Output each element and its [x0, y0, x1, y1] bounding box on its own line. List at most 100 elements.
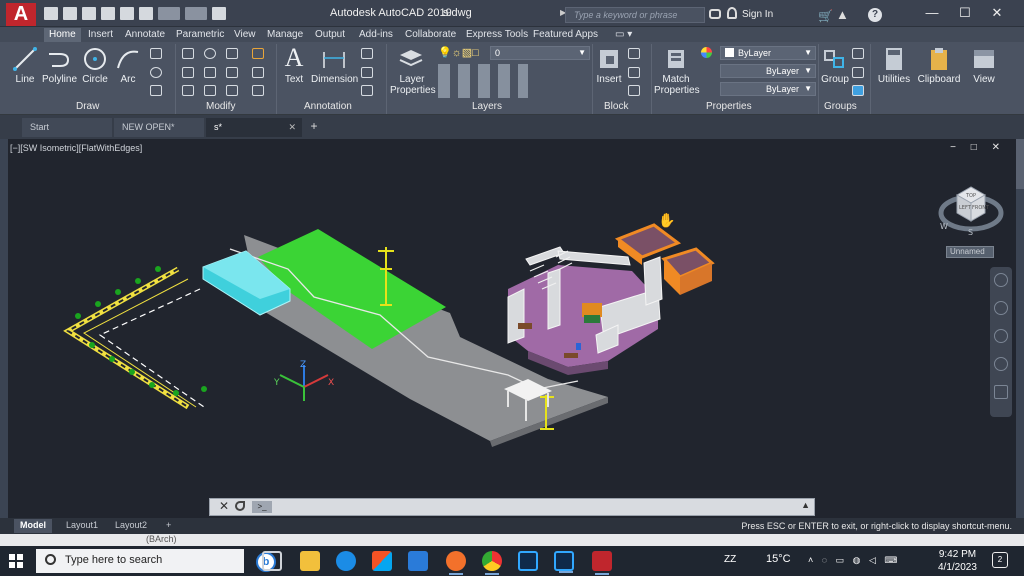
move-icon[interactable]: [182, 48, 194, 59]
view-panel-button[interactable]: View: [968, 46, 1000, 85]
tab-express-tools[interactable]: Express Tools: [461, 28, 533, 42]
linetype-dropdown[interactable]: ByLayer ▼: [720, 64, 816, 78]
groups-panel-title[interactable]: Groups: [824, 101, 857, 112]
weather-temperature[interactable]: 15°C: [766, 553, 791, 565]
task-view-icon[interactable]: [262, 551, 282, 571]
tab-insert[interactable]: Insert: [83, 28, 118, 42]
notification-icon[interactable]: 2: [992, 552, 1008, 568]
pan-icon[interactable]: [994, 301, 1008, 315]
orbit-icon[interactable]: [994, 357, 1008, 371]
edge-browser-icon[interactable]: [336, 551, 356, 571]
tab-model[interactable]: Model: [14, 519, 52, 533]
store-icon[interactable]: [372, 551, 392, 571]
chevron-up-icon[interactable]: ▲: [801, 500, 810, 510]
redo-icon[interactable]: [185, 7, 207, 20]
rectangle-icon[interactable]: [150, 48, 162, 59]
array-icon[interactable]: [226, 85, 238, 96]
clipboard-button[interactable]: Clipboard: [916, 46, 962, 85]
application-menu-button[interactable]: A: [6, 3, 36, 26]
ungroup-icon[interactable]: [852, 48, 864, 59]
offset-icon[interactable]: [252, 85, 264, 96]
lineweight-dropdown[interactable]: ByLayer ▼: [720, 82, 816, 96]
system-tray-icons[interactable]: ˄ ◌ ▭ ◍ ◁ ⌨: [808, 555, 900, 566]
cart-icon[interactable]: 🛒: [818, 9, 833, 23]
arc-button[interactable]: Arc: [114, 46, 142, 85]
save-as-icon[interactable]: [101, 7, 115, 20]
insert-block-button[interactable]: Insert: [594, 46, 624, 85]
zoom-icon[interactable]: [994, 329, 1008, 343]
tab-parametric[interactable]: Parametric: [171, 28, 229, 42]
tab-layout1[interactable]: Layout1: [60, 519, 104, 533]
polyline-button[interactable]: Polyline: [42, 46, 77, 85]
file-explorer-icon[interactable]: [300, 551, 320, 571]
tab-manage[interactable]: Manage: [262, 28, 308, 42]
copy-icon[interactable]: [182, 67, 194, 78]
maximize-button[interactable]: ☐: [950, 4, 980, 22]
autocad-taskbar-icon[interactable]: [592, 551, 612, 575]
vertical-scrollbar[interactable]: [1016, 139, 1024, 189]
layer-dropdown[interactable]: 0 ▼: [490, 46, 590, 60]
file-tab-s[interactable]: s* ✕: [206, 118, 302, 137]
user-icon[interactable]: [727, 7, 737, 19]
showmotion-icon[interactable]: [994, 385, 1008, 399]
table-icon[interactable]: [150, 85, 162, 96]
add-layout-icon[interactable]: +: [160, 519, 177, 533]
web-mobile-icon[interactable]: [120, 7, 134, 20]
group-select-icon[interactable]: [852, 85, 864, 96]
tab-layout2[interactable]: Layout2: [109, 519, 153, 533]
multileader-icon[interactable]: [361, 67, 373, 78]
open-file-icon[interactable]: [63, 7, 77, 20]
mirror-icon[interactable]: [204, 67, 216, 78]
autodesk-a360-icon[interactable]: ▲: [836, 7, 849, 22]
rotate-icon[interactable]: [204, 48, 216, 59]
tray-zz-label[interactable]: ZZ: [724, 554, 736, 565]
save-icon[interactable]: [82, 7, 96, 20]
tab-home[interactable]: Home: [44, 28, 81, 42]
tab-featured-apps[interactable]: Featured Apps: [528, 28, 603, 42]
minimize-button[interactable]: —: [917, 4, 947, 22]
group-edit-icon[interactable]: [852, 67, 864, 78]
block-attribute-icon[interactable]: [628, 85, 640, 96]
utilities-button[interactable]: Utilities: [874, 46, 914, 85]
ucs-menu[interactable]: Unnamed: [946, 246, 994, 258]
annotation-panel-title[interactable]: Annotation: [304, 101, 352, 112]
draw-panel-title[interactable]: Draw: [76, 101, 99, 112]
viewport-controls-label[interactable]: [−][SW Isometric][FlatWithEdges]: [10, 143, 142, 153]
customize-qat-icon[interactable]: [212, 7, 226, 20]
line-button[interactable]: Line: [10, 46, 40, 85]
layer-properties-button[interactable]: Layer Properties: [390, 46, 436, 96]
photoshop-icon-2[interactable]: [554, 551, 574, 573]
mail-icon[interactable]: [408, 551, 428, 571]
text-button[interactable]: A Text: [282, 44, 306, 86]
annotation-table-icon[interactable]: [361, 85, 373, 96]
command-prompt-icon[interactable]: >_: [252, 501, 272, 513]
steering-wheel-icon[interactable]: [994, 273, 1008, 287]
close-icon[interactable]: ✕: [219, 499, 229, 513]
customize-icon[interactable]: [235, 501, 245, 511]
erase-icon[interactable]: [252, 48, 264, 59]
leader-icon[interactable]: [361, 48, 373, 59]
clock[interactable]: 9:42 PM 4/1/2023: [938, 548, 977, 574]
tab-view[interactable]: View: [229, 28, 261, 42]
photoshop-icon[interactable]: [518, 551, 538, 571]
help-icon[interactable]: ?: [868, 8, 882, 22]
chrome-icon[interactable]: [482, 551, 502, 575]
modify-panel-title[interactable]: Modify: [206, 101, 235, 112]
explode-icon[interactable]: [252, 67, 264, 78]
tab-collaborate[interactable]: Collaborate: [400, 28, 461, 42]
undo-icon[interactable]: [158, 7, 180, 20]
close-tab-icon[interactable]: ✕: [288, 122, 296, 133]
plot-icon[interactable]: [139, 7, 153, 20]
new-tab-icon[interactable]: +: [307, 119, 321, 133]
file-tab-start[interactable]: Start: [22, 118, 112, 137]
tab-annotate[interactable]: Annotate: [120, 28, 170, 42]
hatch-icon[interactable]: [150, 67, 162, 78]
layer-tools-icons[interactable]: [438, 64, 528, 98]
new-file-icon[interactable]: [44, 7, 58, 20]
group-button[interactable]: Group: [820, 46, 850, 85]
drawing-viewport[interactable]: Z X Y ✋ TOP LEFT FRONT S W [−][SW Isomet…: [8, 139, 1016, 518]
trim-icon[interactable]: [226, 48, 238, 59]
scale-icon[interactable]: [204, 85, 216, 96]
windows-start-icon[interactable]: [9, 554, 23, 568]
fillet-icon[interactable]: [226, 67, 238, 78]
